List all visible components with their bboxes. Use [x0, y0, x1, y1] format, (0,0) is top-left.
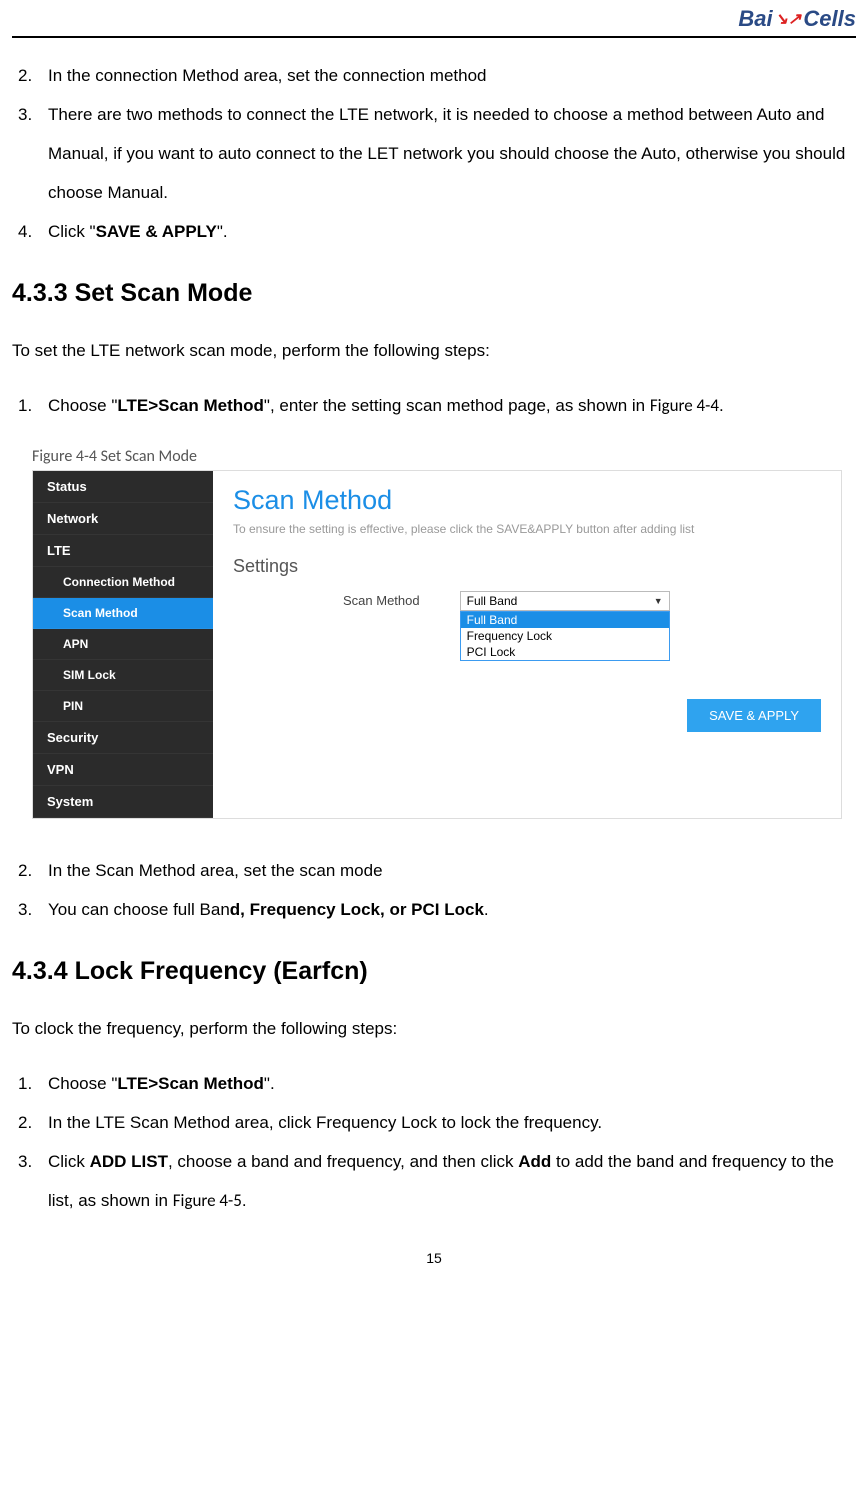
screenshot-content-panel: Scan Method To ensure the setting is eff… [213, 471, 841, 818]
sidebar-item-security[interactable]: Security [33, 722, 213, 754]
list-text: You can choose full Ban [48, 900, 230, 919]
list-text-bold: d, Frequency Lock, or PCI Lock [230, 900, 484, 919]
list-item: There are two methods to connect the LTE… [40, 95, 856, 212]
page-number: 15 [12, 1250, 856, 1276]
chevron-down-icon: ▼ [654, 596, 663, 606]
heading-text: Set Scan Mode [75, 279, 253, 307]
list-text-bold: ADD LIST [90, 1152, 168, 1171]
list-item: Click "SAVE & APPLY". [40, 212, 856, 251]
list-text-bold: LTE>Scan Method [117, 1074, 264, 1093]
list-text: In the Scan Method area, set the scan mo… [48, 861, 383, 880]
list-text-bold: SAVE & APPLY [96, 222, 217, 241]
form-label-scan-method: Scan Method [343, 591, 420, 608]
list-text: . [242, 1191, 247, 1210]
dropdown-options: Full Band Frequency Lock PCI Lock [460, 611, 670, 661]
dropdown-option-full-band[interactable]: Full Band [461, 612, 669, 628]
list-item: You can choose full Band, Frequency Lock… [40, 890, 856, 929]
list-text: Click " [48, 222, 96, 241]
sidebar-item-vpn[interactable]: VPN [33, 754, 213, 786]
list-text: ", enter the setting scan method page, a… [264, 396, 650, 415]
sidebar-item-system[interactable]: System [33, 786, 213, 818]
steps-list-434: Choose "LTE>Scan Method". In the LTE Sca… [12, 1064, 856, 1220]
list-item: Choose "LTE>Scan Method". [40, 1064, 856, 1103]
list-text: . [719, 396, 724, 415]
list-text-bold: LTE>Scan Method [117, 396, 264, 415]
steps-list-433: Choose "LTE>Scan Method", enter the sett… [12, 386, 856, 425]
sidebar-item-network[interactable]: Network [33, 503, 213, 535]
sidebar-item-lte[interactable]: LTE [33, 535, 213, 567]
panel-hint: To ensure the setting is effective, plea… [233, 522, 821, 536]
settings-title: Settings [233, 556, 821, 577]
form-row-scan-method: Scan Method Full Band ▼ Full Band Freque… [343, 591, 821, 661]
select-value: Full Band [467, 594, 518, 608]
figure-ref: Figure 4-4 [650, 395, 719, 416]
list-text-bold: Add [518, 1152, 551, 1171]
page-header: Bai↘↗Cells [12, 0, 856, 38]
sidebar-item-sim-lock[interactable]: SIM Lock [33, 660, 213, 691]
list-text: In the connection Method area, set the c… [48, 66, 487, 85]
continuation-list: In the connection Method area, set the c… [12, 56, 856, 251]
list-item: In the Scan Method area, set the scan mo… [40, 851, 856, 890]
logo-text-bai: Bai [738, 6, 772, 32]
section-intro: To clock the frequency, perform the foll… [12, 1010, 856, 1047]
list-text: . [484, 900, 489, 919]
logo-text-cells: Cells [803, 6, 856, 32]
figure-caption: Figure 4-4 Set Scan Mode [32, 447, 856, 466]
heading-text: Lock Frequency (Earfcn) [75, 957, 368, 985]
section-heading-433: 4.3.3 Set Scan Mode [12, 279, 856, 308]
heading-number: 4.3.4 [12, 957, 68, 985]
list-item: Click ADD LIST, choose a band and freque… [40, 1142, 856, 1220]
heading-number: 4.3.3 [12, 279, 68, 307]
steps-list-433-cont: In the Scan Method area, set the scan mo… [12, 851, 856, 929]
screenshot-figure: Status Network LTE Connection Method Sca… [32, 470, 842, 819]
list-item: Choose "LTE>Scan Method", enter the sett… [40, 386, 856, 425]
list-text: , choose a band and frequency, and then … [168, 1152, 518, 1171]
figure-ref: Figure 4-5 [173, 1190, 242, 1211]
sidebar-item-connection-method[interactable]: Connection Method [33, 567, 213, 598]
section-intro: To set the LTE network scan mode, perfor… [12, 332, 856, 369]
list-text: There are two methods to connect the LTE… [48, 105, 845, 202]
list-text: Choose " [48, 396, 117, 415]
save-apply-button[interactable]: SAVE & APPLY [687, 699, 821, 732]
dropdown-option-frequency-lock[interactable]: Frequency Lock [461, 628, 669, 644]
list-text: Choose " [48, 1074, 117, 1093]
list-item: In the LTE Scan Method area, click Frequ… [40, 1103, 856, 1142]
sidebar-item-pin[interactable]: PIN [33, 691, 213, 722]
signal-icon: ↘↗ [775, 9, 802, 29]
dropdown-option-pci-lock[interactable]: PCI Lock [461, 644, 669, 660]
scan-method-select[interactable]: Full Band ▼ [460, 591, 670, 611]
panel-title: Scan Method [233, 485, 821, 516]
sidebar-item-scan-method[interactable]: Scan Method [33, 598, 213, 629]
list-text: In the LTE Scan Method area, click Frequ… [48, 1113, 602, 1132]
list-item: In the connection Method area, set the c… [40, 56, 856, 95]
sidebar-item-apn[interactable]: APN [33, 629, 213, 660]
section-heading-434: 4.3.4 Lock Frequency (Earfcn) [12, 957, 856, 986]
list-text: ". [264, 1074, 275, 1093]
baicells-logo: Bai↘↗Cells [738, 6, 856, 32]
screenshot-sidebar: Status Network LTE Connection Method Sca… [33, 471, 213, 818]
sidebar-item-status[interactable]: Status [33, 471, 213, 503]
list-text: Click [48, 1152, 90, 1171]
list-text: ". [217, 222, 228, 241]
scan-method-select-wrap: Full Band ▼ Full Band Frequency Lock PCI… [460, 591, 670, 661]
